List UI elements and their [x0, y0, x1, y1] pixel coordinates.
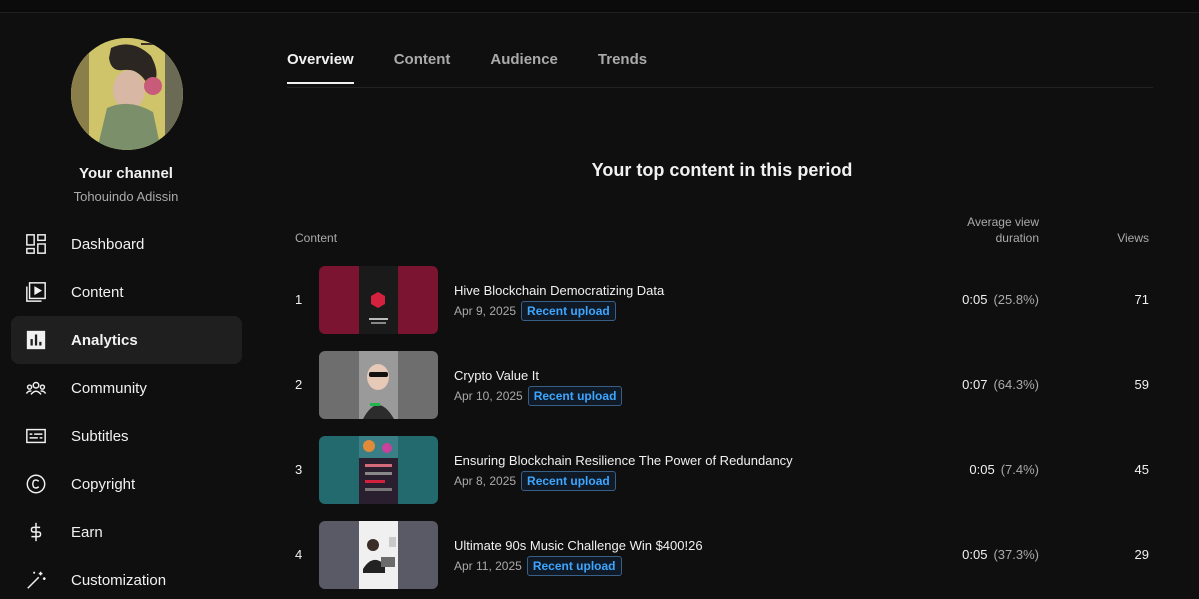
avd-percent: (37.3%): [993, 547, 1039, 562]
analytics-tabs: Overview Content Audience Trends: [287, 36, 1153, 88]
sidebar-item-label: Dashboard: [71, 235, 145, 253]
avd-percent: (7.4%): [1000, 462, 1039, 477]
tab-audience[interactable]: Audience: [490, 36, 558, 83]
video-title[interactable]: Hive Blockchain Democratizing Data: [454, 283, 664, 298]
avd-percent: (64.3%): [993, 377, 1039, 392]
upload-date: Apr 11, 2025: [454, 559, 522, 573]
table-row[interactable]: 1 Hive Blockchain Democratizing Data Apr…: [287, 266, 1157, 334]
table-row[interactable]: 2 Crypto Value It Apr 10, 2025 Recent up…: [287, 351, 1157, 419]
video-meta: Apr 9, 2025 Recent upload: [454, 301, 616, 321]
video-title[interactable]: Ensuring Blockchain Resilience The Power…: [454, 453, 793, 468]
video-meta: Apr 11, 2025 Recent upload: [454, 556, 622, 576]
average-view-duration: 0:05 (37.3%): [887, 547, 1039, 562]
video-title[interactable]: Crypto Value It: [454, 368, 539, 383]
views-count: 59: [1134, 377, 1149, 392]
thumbnail-frame: [359, 351, 398, 419]
video-meta: Apr 10, 2025 Recent upload: [454, 386, 623, 406]
sidebar-item-label: Community: [71, 379, 147, 397]
column-header-average-view-duration: Average view duration: [967, 215, 1039, 245]
average-view-duration: 0:07 (64.3%): [887, 377, 1039, 392]
customization-icon: [24, 568, 48, 592]
views-count: 45: [1134, 462, 1149, 477]
row-rank: 3: [295, 462, 303, 477]
avd-value: 0:05: [962, 547, 988, 562]
tab-content[interactable]: Content: [394, 36, 451, 83]
copyright-icon: [24, 472, 48, 496]
row-rank: 4: [295, 547, 303, 562]
video-title[interactable]: Ultimate 90s Music Challenge Win $400!26: [454, 538, 703, 553]
thumbnail-frame: [359, 521, 398, 589]
earn-icon: [24, 520, 48, 544]
video-meta: Apr 8, 2025 Recent upload: [454, 471, 616, 491]
upload-date: Apr 10, 2025: [454, 389, 523, 403]
sidebar-item-dashboard[interactable]: Dashboard: [11, 220, 242, 268]
sidebar-nav: Dashboard Content Analytics Community Su…: [11, 220, 242, 599]
column-header-views: Views: [1117, 231, 1149, 245]
top-bar: [0, 0, 1199, 13]
dashboard-icon: [24, 232, 48, 256]
table-row[interactable]: 4 Ultimate 90s Music Challenge Win $400!…: [287, 521, 1157, 589]
video-thumbnail[interactable]: [319, 521, 438, 589]
recent-upload-badge: Recent upload: [521, 301, 616, 321]
thumbnail-frame: [359, 266, 398, 334]
sidebar-item-earn[interactable]: Earn: [11, 508, 242, 556]
channel-name: Tohouindo Adissin: [73, 189, 179, 204]
analytics-icon: [24, 328, 48, 352]
video-thumbnail[interactable]: [319, 351, 438, 419]
channel-avatar[interactable]: [71, 38, 183, 150]
sidebar-item-copyright[interactable]: Copyright: [11, 460, 242, 508]
row-rank: 1: [295, 292, 303, 307]
sidebar-item-label: Content: [71, 283, 124, 301]
tab-trends[interactable]: Trends: [598, 36, 647, 83]
views-count: 71: [1134, 292, 1149, 307]
table-row[interactable]: 3 Ensuring Blockchain Resilience The Pow…: [287, 436, 1157, 504]
column-header-content: Content: [295, 231, 338, 245]
recent-upload-badge: Recent upload: [526, 556, 622, 576]
sidebar-item-community[interactable]: Community: [11, 364, 242, 412]
upload-date: Apr 8, 2025: [454, 474, 517, 488]
sidebar-item-label: Subtitles: [71, 427, 129, 445]
upload-date: Apr 9, 2025: [454, 304, 517, 318]
sidebar-item-label: Analytics: [71, 331, 138, 349]
sidebar-item-customization[interactable]: Customization: [11, 556, 242, 599]
thumbnail-frame: [359, 436, 398, 504]
section-title: Your top content in this period: [591, 160, 853, 180]
sidebar-item-analytics[interactable]: Analytics: [11, 316, 242, 364]
sidebar-item-subtitles[interactable]: Subtitles: [11, 412, 242, 460]
average-view-duration: 0:05 (7.4%): [887, 462, 1039, 477]
recent-upload-badge: Recent upload: [521, 471, 616, 491]
video-thumbnail[interactable]: [319, 436, 438, 504]
sidebar-item-label: Customization: [71, 571, 167, 589]
video-thumbnail[interactable]: [319, 266, 438, 334]
average-view-duration: 0:05 (25.8%): [887, 292, 1039, 307]
tab-overview[interactable]: Overview: [287, 36, 354, 84]
sidebar-item-content[interactable]: Content: [11, 268, 242, 316]
channel-title: Your channel: [79, 165, 173, 182]
avatar-image: [71, 38, 183, 150]
subtitles-icon: [24, 424, 48, 448]
avd-value: 0:07: [962, 377, 988, 392]
recent-upload-badge: Recent upload: [527, 386, 623, 406]
row-rank: 2: [295, 377, 303, 392]
avd-value: 0:05: [969, 462, 995, 477]
avd-percent: (25.8%): [993, 292, 1039, 307]
sidebar-item-label: Earn: [71, 523, 103, 541]
avd-value: 0:05: [962, 292, 988, 307]
content-icon: [24, 280, 48, 304]
views-count: 29: [1134, 547, 1149, 562]
community-icon: [24, 376, 48, 400]
sidebar-item-label: Copyright: [71, 475, 136, 493]
sidebar: Your channel Tohouindo Adissin Dashboard…: [0, 13, 252, 599]
